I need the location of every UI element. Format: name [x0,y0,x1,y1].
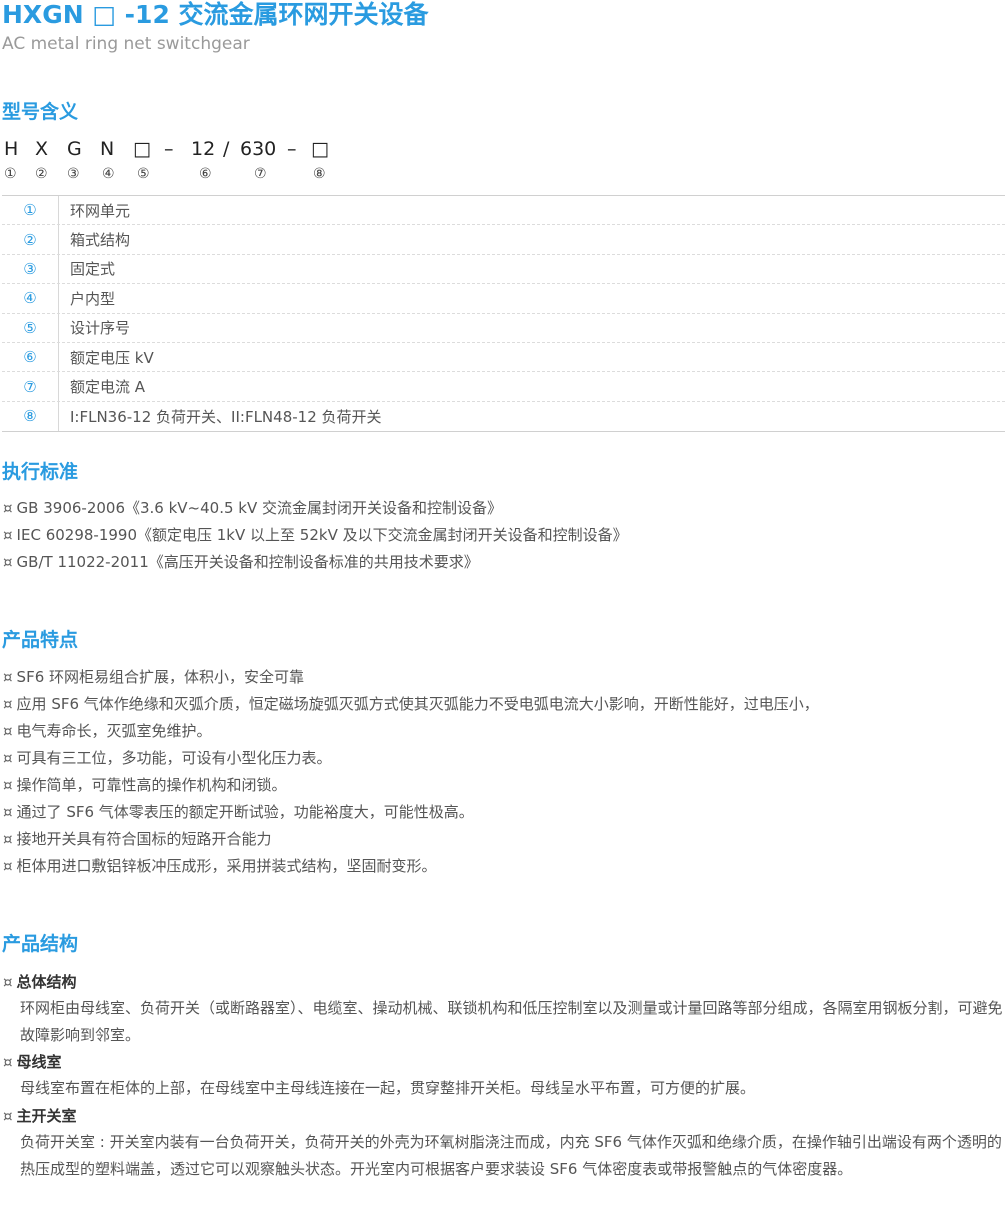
table-row: ⑥ 额定电压 kV [2,342,1005,373]
section-title-features: 产品特点 [2,629,79,651]
code-marker: ① [4,166,17,182]
bullet-mark: ¤ [3,526,13,544]
section-title-structure: 产品结构 [2,933,79,955]
bullet-mark: ¤ [3,1107,13,1125]
list-item: ¤ 柜体用进口敷铝锌板冲压成形，采用拼装式结构，坚固耐变形。 [3,856,437,876]
list-item-text: 通过了 SF6 气体零表压的额定开断试验，功能裕度大，可能性极高。 [16,803,474,821]
row-number: ① [2,196,59,225]
subsection-heading: ¤ 总体结构 [3,972,77,992]
code-marker: ⑦ [254,166,267,182]
code-part: – [164,138,174,160]
row-text: 箱式结构 [70,231,131,250]
code-part: – [287,138,297,160]
bullet-mark: ¤ [3,668,13,686]
list-item-text: 接地开关具有符合国标的短路开合能力 [16,830,272,848]
row-text: 环网单元 [70,201,131,220]
bullet-mark: ¤ [3,1053,13,1071]
code-marker: ④ [102,166,115,182]
table-row: ① 环网单元 [2,196,1005,226]
table-row: ⑧ I:FLN36-12 负荷开关、II:FLN48-12 负荷开关 [2,401,1005,432]
row-number: ④ [2,284,59,313]
list-item: ¤ 应用 SF6 气体作绝缘和灭弧介质，恒定磁场旋弧灭弧方式使其灭弧能力不受电弧电… [3,694,819,714]
code-marker: ⑧ [313,166,326,182]
list-item: ¤ 通过了 SF6 气体零表压的额定开断试验，功能裕度大，可能性极高。 [3,802,474,822]
list-item-text: 应用 SF6 气体作绝缘和灭弧介质，恒定磁场旋弧灭弧方式使其灭弧能力不受电弧电流… [16,695,819,713]
code-part: □ [133,138,151,160]
list-item: ¤ SF6 环网柜易组合扩展，体积小，安全可靠 [3,667,304,687]
code-part: / [223,138,230,160]
subsection-heading-text: 主开关室 [16,1107,77,1125]
table-row: ④ 户内型 [2,284,1005,314]
row-number: ⑥ [2,342,59,372]
row-number: ③ [2,254,59,284]
list-item-text: 柜体用进口敷铝锌板冲压成形，采用拼装式结构，坚固耐变形。 [16,857,437,875]
page-subtitle: AC metal ring net switchgear [2,34,250,54]
list-item-text: GB 3906-2006《3.6 kV~40.5 kV 交流金属封闭开关设备和控… [16,499,503,517]
subsection-heading-text: 总体结构 [16,973,77,991]
code-part: X [35,138,49,160]
section-title-model: 型号含义 [2,101,79,123]
subsection-heading: ¤ 母线室 [3,1052,62,1072]
row-number: ② [2,225,59,254]
bullet-mark: ¤ [3,776,13,794]
list-item: ¤ 电气寿命长，灭弧室免维护。 [3,721,212,741]
code-part: H [4,138,19,160]
bullet-mark: ¤ [3,830,13,848]
row-number: ⑦ [2,372,59,401]
row-text: 固定式 [70,260,116,279]
bullet-mark: ¤ [3,803,13,821]
code-part: 630 [240,138,277,160]
list-item: ¤ GB/T 11022-2011《高压开关设备和控制设备标准的共用技术要求》 [3,552,479,572]
table-row: ⑦ 额定电流 A [2,372,1005,402]
page: HXGN □ -12 交流金属环网开关设备 AC metal ring net … [0,0,1008,1208]
list-item-text: GB/T 11022-2011《高压开关设备和控制设备标准的共用技术要求》 [16,553,479,571]
table-row: ⑤ 设计序号 [2,313,1005,343]
subsection-text: 母线室布置在柜体的上部，在母线室中主母线连接在一起，贯穿整排开关柜。母线呈水平布… [20,1079,756,1097]
row-text: I:FLN36-12 负荷开关、II:FLN48-12 负荷开关 [70,407,382,426]
code-part: □ [311,138,329,160]
section-title-standards: 执行标准 [2,461,79,483]
row-number: ⑧ [2,401,59,432]
code-part: G [67,138,82,160]
code-marker: ⑤ [137,166,150,182]
bullet-mark: ¤ [3,749,13,767]
list-item-text: SF6 环网柜易组合扩展，体积小，安全可靠 [16,668,305,686]
list-item: ¤ IEC 60298-1990《额定电压 1kV 以上至 52kV 及以下交流金… [3,525,628,545]
list-item-text: 可具有三工位，多功能，可设有小型化压力表。 [16,749,332,767]
list-item-text: IEC 60298-1990《额定电压 1kV 以上至 52kV 及以下交流金属… [16,526,628,544]
row-text: 额定电流 A [70,378,146,397]
code-part: 12 [191,138,216,160]
list-item: ¤ 操作简单，可靠性高的操作机构和闭锁。 [3,775,287,795]
row-text: 额定电压 kV [70,348,154,367]
code-part: N [100,138,115,160]
list-item: ¤ 接地开关具有符合国标的短路开合能力 [3,829,272,849]
list-item-text: 电气寿命长，灭弧室免维护。 [16,722,212,740]
bullet-mark: ¤ [3,722,13,740]
list-item: ¤ GB 3906-2006《3.6 kV~40.5 kV 交流金属封闭开关设备和… [3,498,502,518]
list-item-text: 操作简单，可靠性高的操作机构和闭锁。 [16,776,287,794]
bullet-mark: ¤ [3,553,13,571]
bullet-mark: ¤ [3,857,13,875]
code-marker: ⑥ [199,166,212,182]
bullet-mark: ¤ [3,695,13,713]
bullet-mark: ¤ [3,499,13,517]
row-text: 设计序号 [70,319,131,338]
row-text: 户内型 [70,289,116,308]
list-item: ¤ 可具有三工位，多功能，可设有小型化压力表。 [3,748,332,768]
subsection-heading: ¤ 主开关室 [3,1106,77,1126]
model-table: ① 环网单元 ② 箱式结构 ③ 固定式 ④ 户内型 ⑤ 设计序号 ⑥ 额定电压 kV ⑦ 额定… [2,195,1005,433]
subsection-text: 负荷开关室 : 开关室内装有一台负荷开关，负荷开关的外壳为环氧树脂浇注而成，内充… [20,1133,1002,1178]
bullet-mark: ¤ [3,973,13,991]
subsection-text: 环网柜由母线室、负荷开关（或断路器室）、电缆室、操动机械、联锁机构和低压控制室以… [20,999,1003,1044]
table-row: ③ 固定式 [2,254,1005,285]
row-number: ⑤ [2,313,59,342]
code-marker: ③ [67,166,80,182]
code-marker: ② [35,166,48,182]
table-row: ② 箱式结构 [2,225,1005,255]
subsection-heading-text: 母线室 [16,1053,62,1071]
page-title: HXGN □ -12 交流金属环网开关设备 [2,0,429,29]
